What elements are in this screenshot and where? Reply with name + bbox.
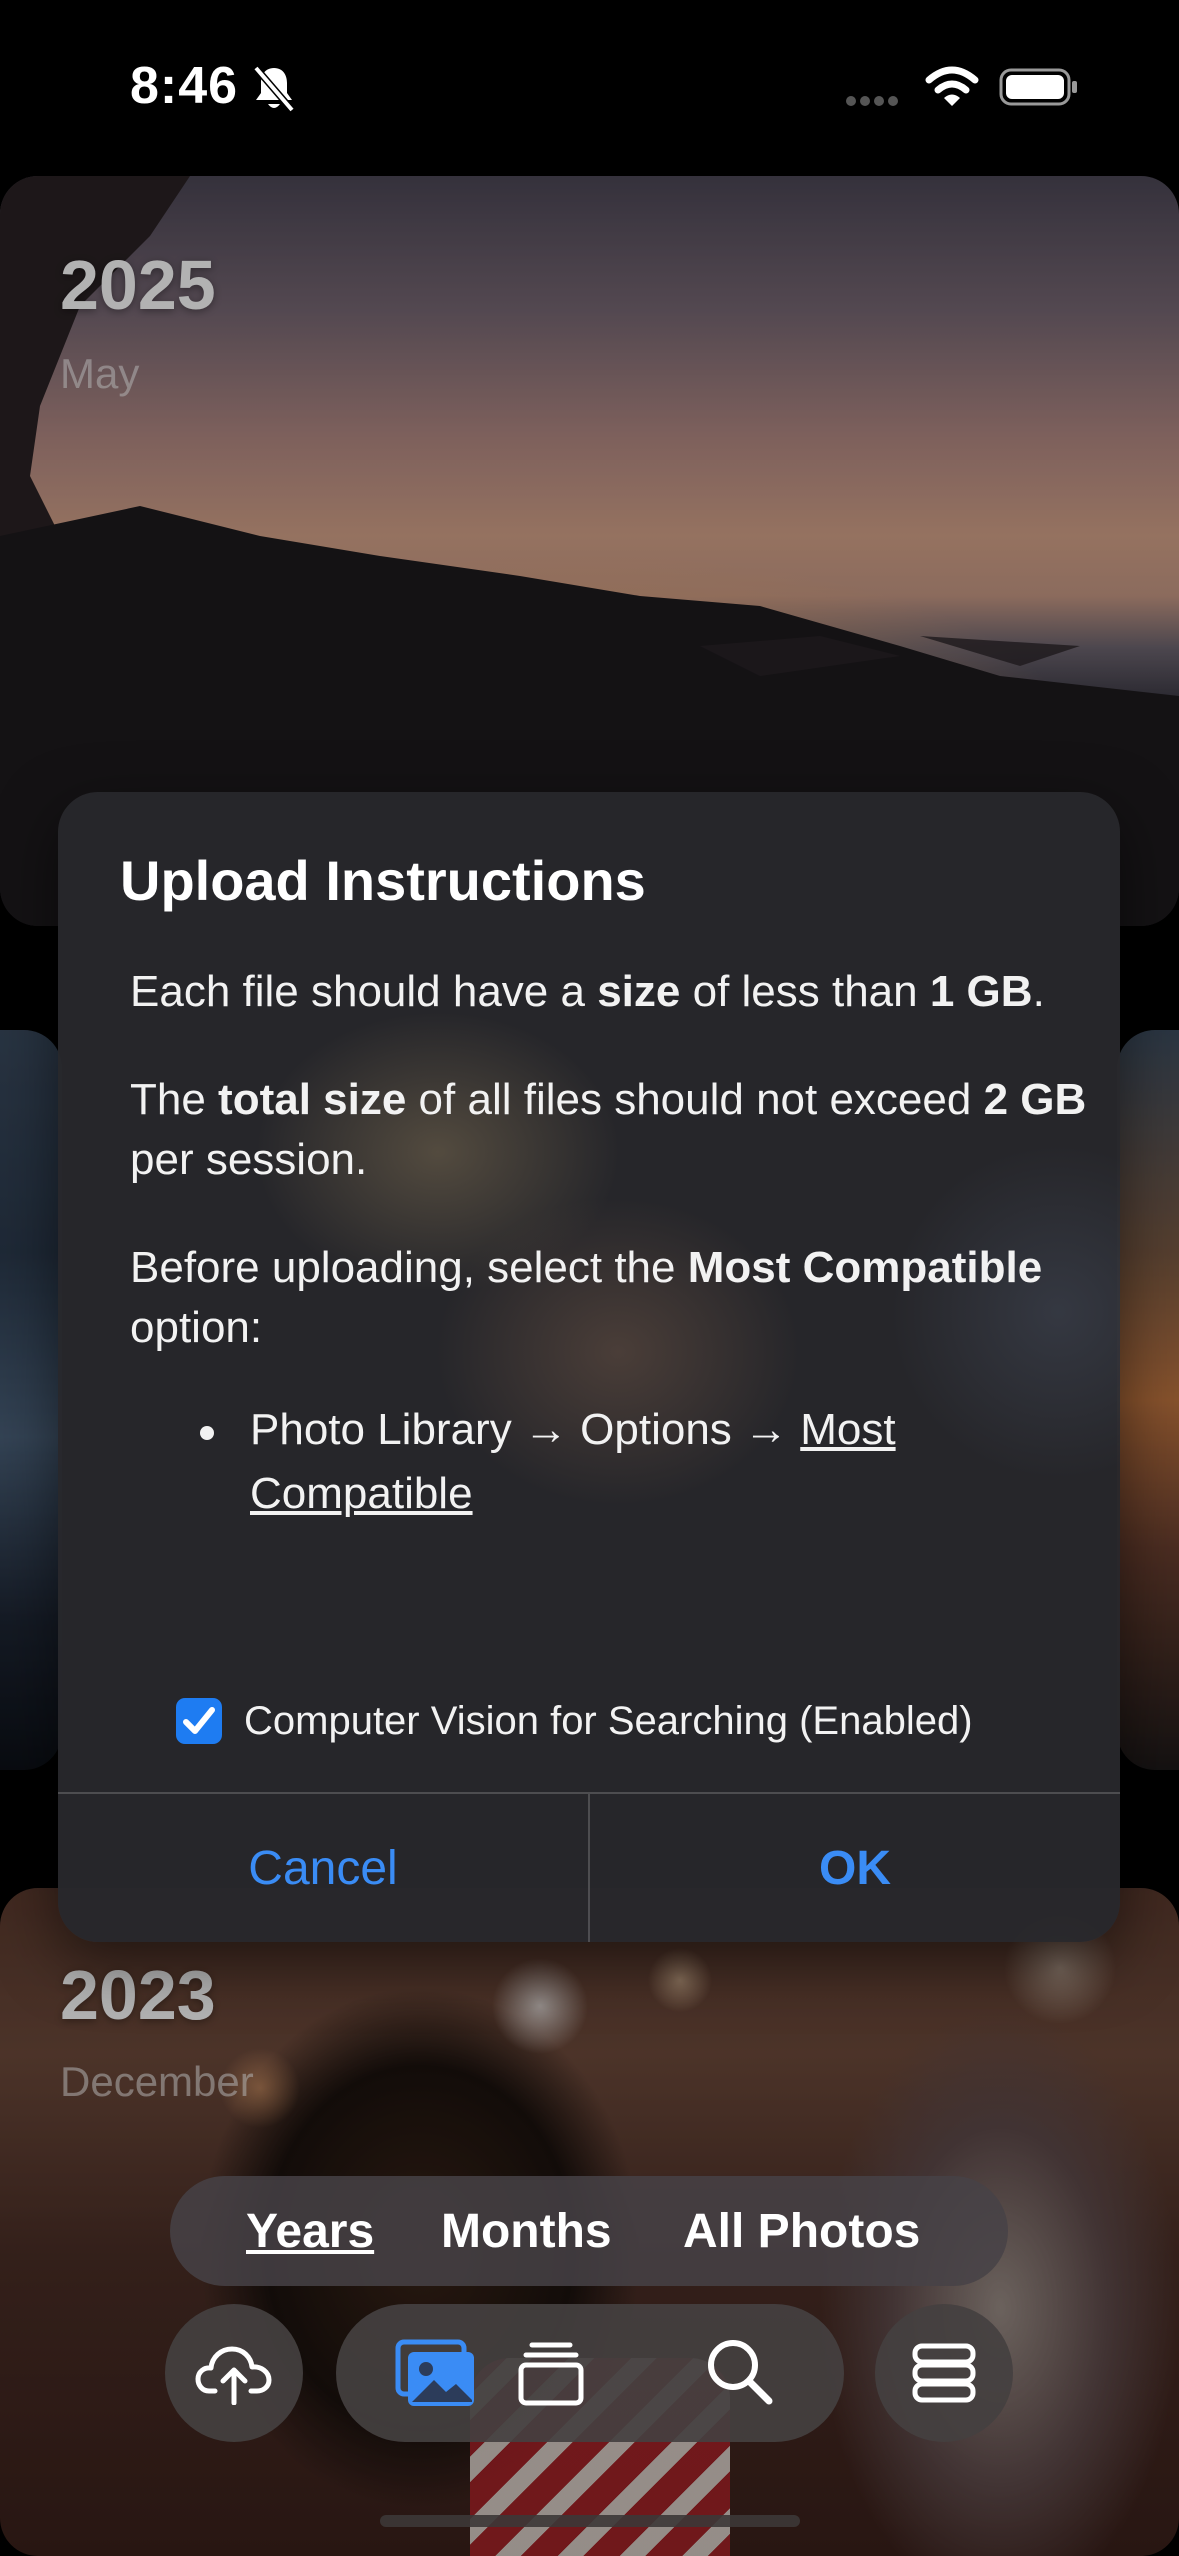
- text: of less than: [680, 967, 930, 1016]
- bullet-item: Photo Library → Options → Most Compatibl…: [130, 1398, 1090, 1526]
- text: option:: [130, 1303, 263, 1352]
- battery-icon: [999, 68, 1077, 106]
- text: Before uploading, select the: [130, 1243, 688, 1292]
- emphasis: 2 GB: [983, 1075, 1087, 1124]
- search-icon: [708, 2340, 773, 2405]
- tab-albums[interactable]: [509, 2334, 593, 2414]
- computer-vision-checkbox[interactable]: [176, 1698, 222, 1744]
- cellular-signal-icon: [846, 96, 898, 106]
- tab-search[interactable]: [698, 2332, 782, 2412]
- total-size-instruction: The total size of all files should not e…: [130, 1070, 1090, 1190]
- text: Each file should have a: [130, 967, 598, 1016]
- cancel-button[interactable]: Cancel: [58, 1794, 588, 1942]
- photos-icon: [395, 2339, 474, 2406]
- status-bar: 8:46: [0, 0, 1179, 176]
- tab-months[interactable]: Months: [441, 2204, 612, 2259]
- tab-years[interactable]: Years: [246, 2204, 374, 2259]
- home-indicator: [380, 2515, 800, 2527]
- emphasis: size: [597, 967, 681, 1016]
- emphasis: 1 GB: [929, 967, 1033, 1016]
- view-switcher: Years Months All Photos: [170, 2176, 1008, 2286]
- file-size-instruction: Each file should have a size of less tha…: [130, 962, 1090, 1022]
- emphasis: total size: [218, 1075, 407, 1124]
- status-time: 8:46: [130, 57, 239, 115]
- storage-menu-button[interactable]: [875, 2304, 1013, 2442]
- storage-menu-icon: [912, 2343, 976, 2403]
- silent-bell-icon: [253, 65, 295, 113]
- computer-vision-label: Computer Vision for Searching (Enabled): [244, 1698, 973, 1743]
- text: Photo Library → Options →: [250, 1405, 801, 1454]
- dialog-body: Each file should have a size of less tha…: [130, 962, 1090, 1526]
- dialog-title: Upload Instructions: [120, 849, 646, 912]
- upload-cloud-icon: [195, 2346, 272, 2405]
- upload-button[interactable]: [165, 2304, 303, 2442]
- tab-photos[interactable]: [394, 2334, 478, 2414]
- albums-icon: [518, 2342, 584, 2406]
- wifi-icon: [925, 66, 979, 106]
- checkmark-icon: [183, 1707, 215, 1734]
- emphasis: Most Compatible: [687, 1243, 1043, 1292]
- computer-vision-option[interactable]: Computer Vision for Searching (Enabled): [176, 1696, 973, 1746]
- text: The: [130, 1075, 219, 1124]
- text: of all files should not exceed: [406, 1075, 984, 1124]
- text: .: [1032, 967, 1045, 1016]
- format-instruction: Before uploading, select the Most Compat…: [130, 1238, 1090, 1358]
- upload-instructions-dialog: Upload Instructions Each file should hav…: [58, 792, 1120, 1942]
- tab-all-photos[interactable]: All Photos: [683, 2204, 920, 2259]
- ok-button[interactable]: OK: [590, 1794, 1120, 1942]
- bottom-tab-bar: [336, 2304, 844, 2442]
- bullet-icon: [200, 1426, 214, 1440]
- text: per session.: [130, 1135, 368, 1184]
